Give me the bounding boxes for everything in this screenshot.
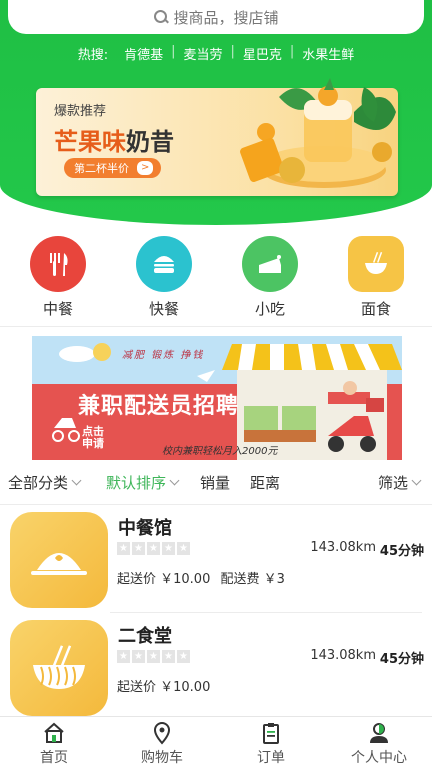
shop-fees: 起送价 ￥10.00 配送费 ￥3 bbox=[117, 568, 285, 587]
shop-name: 中餐馆 bbox=[118, 518, 172, 539]
sort-bar: 全部分类 默认排序 销量 距离 筛选 bbox=[0, 470, 432, 498]
recruit-banner[interactable]: 减肥 锻炼 挣钱 兼职配送员招聘 点击申请 校内兼职轻松月入2000元 bbox=[32, 336, 402, 460]
cake-icon bbox=[242, 236, 298, 292]
tab-label: 订单 bbox=[257, 750, 285, 766]
category-label: 中餐 bbox=[42, 300, 73, 318]
rating-stars: ★ ★ ★ ★ ★ bbox=[117, 650, 190, 663]
home-icon bbox=[42, 721, 66, 745]
clipboard-icon bbox=[259, 721, 283, 745]
banner-tag: 爆款推荐 bbox=[54, 104, 107, 119]
hot-search-item[interactable]: 水果生鲜 bbox=[294, 44, 362, 63]
ad-apply-text[interactable]: 点击申请 bbox=[82, 426, 108, 450]
shop-list-item[interactable]: 二食堂 ★ ★ ★ ★ ★ 143.08km 45分钟 起送价 ￥10.00 bbox=[0, 612, 432, 718]
divider bbox=[0, 326, 432, 327]
distance-label: 距离 bbox=[250, 474, 281, 492]
default-sort-label: 默认排序 bbox=[106, 474, 167, 492]
banner-title-highlight: 芒果味 bbox=[54, 128, 126, 156]
burger-icon bbox=[136, 236, 192, 292]
ad-bottom-text: 校内兼职轻松月入2000元 bbox=[162, 446, 278, 457]
rating-stars: ★ ★ ★ ★ ★ bbox=[117, 542, 190, 555]
banner-title-rest: 奶昔 bbox=[126, 128, 174, 156]
milkshake-illustration bbox=[240, 78, 396, 188]
chevron-down-icon bbox=[411, 475, 422, 486]
category-chinese[interactable]: 中餐 bbox=[18, 236, 98, 319]
shop-delivery-time: 45分钟 bbox=[379, 544, 424, 559]
bottom-tab-bar: 首页 购物车 订单 个人中心 bbox=[0, 716, 432, 768]
hot-search-item[interactable]: 肯德基 bbox=[116, 44, 171, 63]
tab-orders[interactable]: 订单 bbox=[231, 721, 311, 767]
category-fastfood[interactable]: 快餐 bbox=[124, 236, 204, 319]
category-noodles[interactable]: 面食 bbox=[336, 236, 416, 319]
arrow-icon: > bbox=[137, 161, 154, 175]
star-icon: ★ bbox=[117, 542, 130, 555]
shop-name: 二食堂 bbox=[118, 626, 172, 647]
shop-distance: 143.08km bbox=[310, 540, 376, 555]
promo-pill[interactable]: 第二杯半价 > bbox=[64, 158, 162, 178]
category-label: 快餐 bbox=[148, 300, 179, 318]
search-bar[interactable]: 搜商品，搜店铺 bbox=[8, 0, 424, 34]
app-page: 搜商品，搜店铺 热搜: 肯德基 | 麦当劳 | 星巴克 | 水果生鲜 爆款推荐 … bbox=[0, 0, 432, 768]
user-icon bbox=[367, 721, 391, 745]
promo-banner[interactable]: 爆款推荐 芒果味奶昔 第二杯半价 > bbox=[36, 78, 398, 196]
category-label: 小吃 bbox=[254, 300, 285, 318]
tab-label: 个人中心 bbox=[351, 750, 407, 766]
separator: | bbox=[230, 44, 235, 59]
tab-label: 购物车 bbox=[141, 750, 183, 766]
shop-list-item[interactable]: 中餐馆 ★ ★ ★ ★ ★ 143.08km 45分钟 起送价 ￥10.00 配… bbox=[0, 504, 432, 610]
shop-fees: 起送价 ￥10.00 bbox=[117, 676, 210, 695]
min-order: 起送价 ￥10.00 bbox=[117, 680, 211, 695]
star-icon: ★ bbox=[132, 542, 145, 555]
hot-search-row: 热搜: 肯德基 | 麦当劳 | 星巴克 | 水果生鲜 bbox=[0, 44, 432, 63]
tab-profile[interactable]: 个人中心 bbox=[339, 721, 419, 767]
filter-label: 筛选 bbox=[378, 474, 409, 492]
search-icon bbox=[153, 9, 169, 25]
star-icon: ★ bbox=[177, 650, 190, 663]
star-icon: ★ bbox=[147, 650, 160, 663]
promo-text: 第二杯半价 bbox=[74, 162, 129, 175]
ad-top-text: 减肥 锻炼 挣钱 bbox=[122, 350, 205, 361]
star-icon: ★ bbox=[162, 542, 175, 555]
hot-search-item[interactable]: 星巴克 bbox=[235, 44, 290, 63]
banner-title: 芒果味奶昔 bbox=[54, 122, 174, 157]
default-sort-dropdown[interactable]: 默认排序 bbox=[106, 472, 180, 493]
chevron-down-icon bbox=[71, 475, 82, 486]
shop-logo-noodle-icon bbox=[10, 620, 108, 716]
all-categories-dropdown[interactable]: 全部分类 bbox=[8, 472, 82, 493]
tab-cart[interactable]: 购物车 bbox=[122, 721, 202, 767]
separator: | bbox=[171, 44, 176, 59]
star-icon: ★ bbox=[177, 542, 190, 555]
tab-home[interactable]: 首页 bbox=[14, 721, 94, 767]
star-icon: ★ bbox=[147, 542, 160, 555]
delivery-fee: 配送费 ￥3 bbox=[220, 572, 285, 587]
star-icon: ★ bbox=[162, 650, 175, 663]
all-categories-label: 全部分类 bbox=[8, 474, 69, 492]
search-placeholder: 搜商品，搜店铺 bbox=[173, 8, 279, 27]
sales-sort[interactable]: 销量 bbox=[200, 472, 230, 493]
filter-dropdown[interactable]: 筛选 bbox=[378, 472, 422, 493]
hot-search-label: 热搜: bbox=[77, 48, 109, 63]
shop-delivery-time: 45分钟 bbox=[379, 652, 424, 667]
category-row: 中餐 快餐 小吃 面食 bbox=[0, 236, 432, 320]
category-snack[interactable]: 小吃 bbox=[230, 236, 310, 319]
chevron-down-icon bbox=[169, 475, 180, 486]
distance-sort[interactable]: 距离 bbox=[250, 472, 280, 493]
shop-logo-cloche-icon bbox=[10, 512, 108, 608]
noodle-bowl-icon bbox=[348, 236, 404, 292]
ad-headline: 兼职配送员招聘 bbox=[78, 394, 240, 419]
min-order: 起送价 ￥10.00 bbox=[117, 572, 211, 587]
hot-search-item[interactable]: 麦当劳 bbox=[175, 44, 230, 63]
tab-label: 首页 bbox=[40, 750, 68, 766]
location-pin-icon bbox=[150, 721, 174, 745]
star-icon: ★ bbox=[132, 650, 145, 663]
category-label: 面食 bbox=[360, 300, 391, 318]
fork-knife-icon bbox=[30, 236, 86, 292]
separator: | bbox=[289, 44, 295, 59]
shop-distance: 143.08km bbox=[310, 648, 376, 663]
star-icon: ★ bbox=[117, 650, 130, 663]
sales-label: 销量 bbox=[200, 474, 231, 492]
